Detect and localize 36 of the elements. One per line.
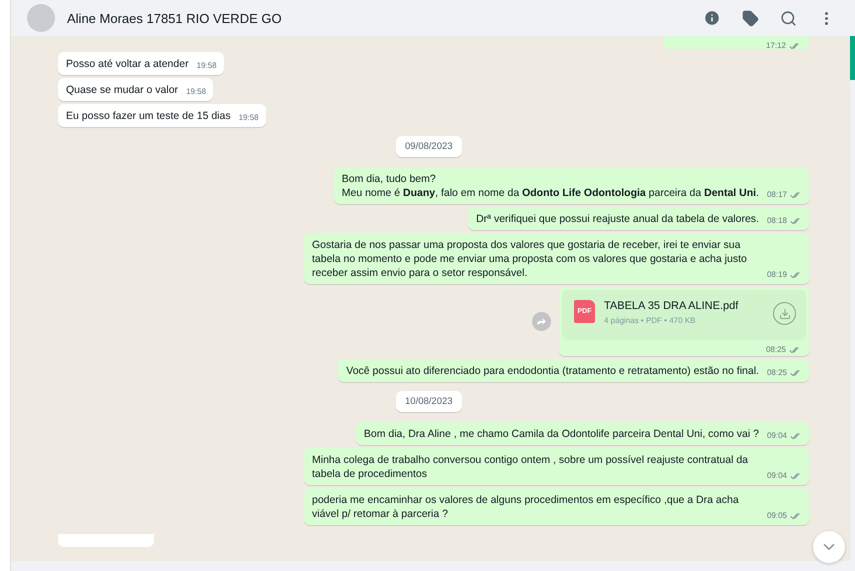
- message-bubble: poderia me encaminhar os valores de alguns procedimentos em específico ,que a Dra acha viável p/ retomar à parceria ? 09:05: [304, 488, 809, 525]
- message-time: 08:18: [766, 215, 787, 227]
- message-time: 19:58: [186, 86, 206, 98]
- message-bubble: Bom dia, Dra Aline , me chamo Camila da Odontolife parceira Dental Uni, como vai ? 09:04: [356, 422, 809, 445]
- message-bubble: Bom dia, tudo bem? Meu nome é Duany, falo em nome da Odonto Life Odontologia parceira da Dental Uni. 08:17: [334, 167, 809, 204]
- date-divider: 09/08/2023: [396, 136, 462, 157]
- double-check-icon: [790, 217, 802, 225]
- message-time: 08:25: [766, 367, 787, 379]
- file-name: TABELA 35 DRA ALINE.pdf: [604, 300, 740, 312]
- file-details: 4 páginas • PDF • 470 KB: [604, 316, 696, 325]
- message-time: 08:17: [766, 189, 787, 201]
- message-time: 09:04: [766, 470, 787, 482]
- double-check-icon: [789, 346, 801, 354]
- double-check-icon: [790, 191, 802, 199]
- message-bubble: Eu posso fazer um teste de 15 dias 19:58: [58, 104, 266, 127]
- double-check-icon: [790, 472, 802, 480]
- message-time: 08:25: [766, 345, 786, 354]
- double-check-icon: [790, 271, 802, 279]
- double-check-icon: [790, 512, 802, 520]
- message-bubble: Drª verifiquei que possui reajuste anual da tabela de valores. 08:18: [468, 207, 809, 230]
- date-divider: 10/08/2023: [396, 391, 462, 412]
- message-time: 17:12: [766, 41, 786, 50]
- message-time: 19:58: [238, 112, 259, 124]
- message-time: 09:05: [766, 510, 787, 522]
- double-check-icon: [790, 432, 802, 440]
- message-bubble: Quase se mudar o valor 19:58: [58, 78, 214, 101]
- message-time: 09:04: [766, 430, 787, 442]
- message-time: 19:58: [196, 60, 217, 72]
- message-bubble: Posso até voltar a atender 19:58: [58, 52, 224, 75]
- contact-name: Aline Moraes 17851 RIO VERDE GO: [67, 10, 283, 26]
- double-check-icon: [789, 42, 801, 50]
- double-check-icon: [790, 369, 802, 377]
- message-bubble: Gostaria de nos passar uma proposta dos valores que gostaria de receber, irei te enviar sua tabela no momento e pode me enviar uma proposta com os valores que gostaria e acha justo receber assim envio para o setor responsável. 08:19: [304, 233, 809, 284]
- message-time: 08:19: [766, 269, 787, 281]
- message-bubble: Minha colega de trabalho conversou contigo ontem , sobre um possível reajuste contratual da tabela de procedimentos 09:04: [304, 448, 809, 485]
- message-bubble: Você possui ato diferenciado para endodontia (tratamento e retratamento) estão no final. 08:25: [338, 359, 809, 382]
